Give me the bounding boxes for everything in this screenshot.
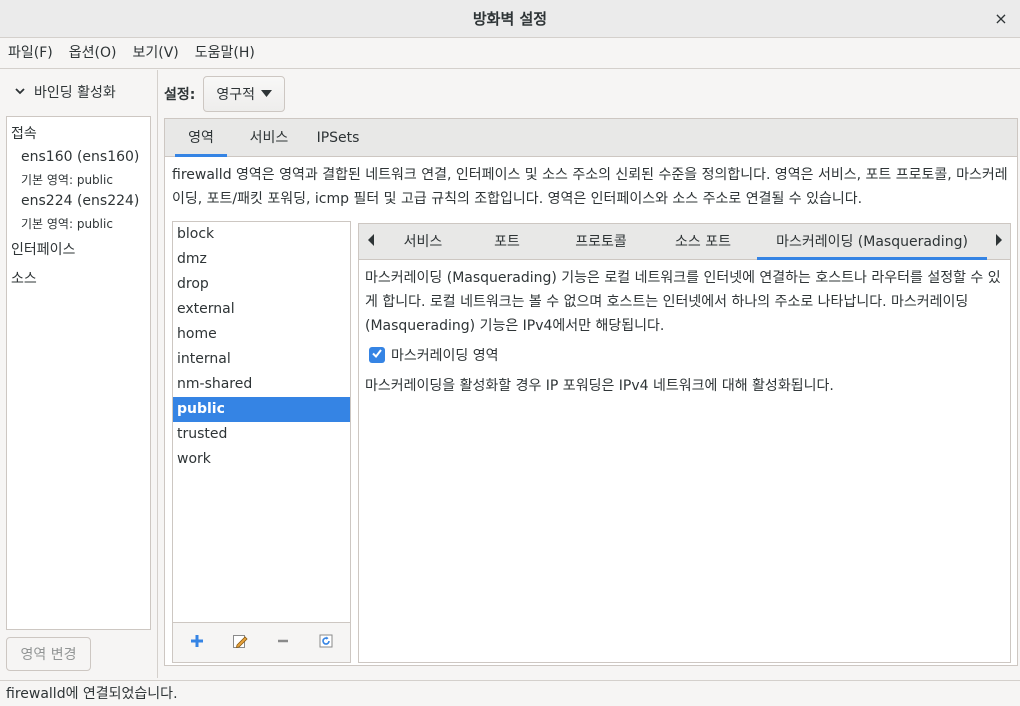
- edit-icon: [233, 635, 248, 649]
- tab-services[interactable]: 서비스: [239, 119, 299, 157]
- zone-item-work[interactable]: work: [173, 447, 350, 472]
- main-tabs: 영역 서비스 IPSets: [165, 119, 1017, 157]
- masquerade-checkbox[interactable]: [369, 347, 385, 363]
- zone-item-trusted[interactable]: trusted: [173, 422, 350, 447]
- config-label: 설정:: [164, 87, 196, 103]
- zone-sub-tabs: 서비스 포트 프로토콜 소스 포트 마스커레이딩 (Masquerading): [359, 224, 1010, 260]
- config-value: 영구적: [216, 87, 255, 103]
- binding-list: 접속 ens160 (ens160) 기본 영역: public ens224 …: [6, 116, 151, 630]
- section-connections[interactable]: 접속: [11, 123, 37, 143]
- window-title: 방화벽 설정: [472, 10, 548, 28]
- binding-label: 바인딩 활성화: [34, 85, 116, 101]
- reload-icon: [319, 634, 333, 648]
- chevron-down-icon: [14, 85, 34, 100]
- zone-item-internal[interactable]: internal: [173, 347, 350, 372]
- section-sources[interactable]: 소스: [11, 268, 37, 288]
- subtab-protocols[interactable]: 프로토콜: [561, 224, 641, 260]
- menu-bar: 파일(F) 옵션(O) 보기(V) 도움말(H): [0, 38, 1020, 69]
- masquerade-checkbox-row[interactable]: 마스커레이딩 영역: [369, 344, 499, 366]
- zone-item-home[interactable]: home: [173, 322, 350, 347]
- connection-zone: 기본 영역: public: [21, 217, 113, 231]
- minus-icon: [278, 639, 288, 643]
- section-interfaces[interactable]: 인터페이스: [11, 239, 75, 259]
- zones-description: firewalld 영역은 영역과 결합된 네트워크 연결, 인터페이스 및 소…: [172, 167, 1008, 207]
- connection-device[interactable]: ens224 (ens224): [21, 193, 139, 209]
- binding-toggle[interactable]: 바인딩 활성화: [14, 80, 116, 104]
- zone-item-dmz[interactable]: dmz: [173, 247, 350, 272]
- masquerade-checkbox-label: 마스커레이딩 영역: [391, 348, 499, 364]
- menu-file[interactable]: 파일(F): [0, 38, 61, 69]
- subtab-services[interactable]: 서비스: [391, 224, 455, 260]
- zone-item-block[interactable]: block: [173, 222, 350, 247]
- tab-zones[interactable]: 영역: [175, 119, 227, 157]
- tab-scroll-left-icon[interactable]: [361, 224, 381, 260]
- zone-item-external[interactable]: external: [173, 297, 350, 322]
- edit-zone-button[interactable]: [230, 633, 250, 653]
- masquerade-description: 마스커레이딩 (Masquerading) 기능은 로컬 네트워크를 인터넷에 …: [365, 270, 1001, 334]
- zone-toolbar: [172, 623, 351, 663]
- zone-list: block dmz drop external home internal nm…: [172, 221, 351, 623]
- check-icon: [372, 349, 382, 359]
- subtab-ports[interactable]: 포트: [477, 224, 537, 260]
- zone-item-nm-shared[interactable]: nm-shared: [173, 372, 350, 397]
- add-zone-button[interactable]: [187, 633, 207, 653]
- remove-zone-button[interactable]: [273, 633, 293, 653]
- subtab-masquerading[interactable]: 마스커레이딩 (Masquerading): [757, 224, 987, 260]
- reload-zone-button[interactable]: [316, 633, 336, 653]
- main-frame: 영역 서비스 IPSets firewalld 영역은 영역과 결합된 네트워크…: [164, 118, 1018, 666]
- masquerade-note: 마스커레이딩을 활성화할 경우 IP 포워딩은 IPv4 네트워크에 대해 활성…: [365, 378, 834, 394]
- zone-settings-frame: 서비스 포트 프로토콜 소스 포트 마스커레이딩 (Masquerading) …: [358, 223, 1011, 663]
- menu-view[interactable]: 보기(V): [124, 38, 186, 69]
- config-dropdown[interactable]: 영구적: [203, 76, 285, 112]
- change-zone-button[interactable]: 영역 변경: [6, 637, 91, 671]
- tab-ipsets[interactable]: IPSets: [311, 119, 365, 157]
- connection-device[interactable]: ens160 (ens160): [21, 149, 139, 165]
- zone-item-public[interactable]: public: [173, 397, 350, 422]
- title-bar: 방화벽 설정 ×: [0, 0, 1020, 38]
- config-row: 설정: 영구적: [164, 76, 285, 112]
- plus-icon: [191, 635, 203, 647]
- connection-zone: 기본 영역: public: [21, 173, 113, 187]
- zone-item-drop[interactable]: drop: [173, 272, 350, 297]
- status-bar: firewalld에 연결되었습니다.: [0, 680, 1020, 706]
- menu-help[interactable]: 도움말(H): [187, 38, 263, 69]
- dropdown-arrow-icon: [261, 88, 272, 101]
- close-icon[interactable]: ×: [990, 8, 1012, 30]
- menu-options[interactable]: 옵션(O): [61, 38, 125, 69]
- tab-scroll-right-icon[interactable]: [989, 224, 1009, 260]
- left-panel: 바인딩 활성화 접속 ens160 (ens160) 기본 영역: public…: [0, 70, 158, 678]
- subtab-source-ports[interactable]: 소스 포트: [665, 224, 741, 260]
